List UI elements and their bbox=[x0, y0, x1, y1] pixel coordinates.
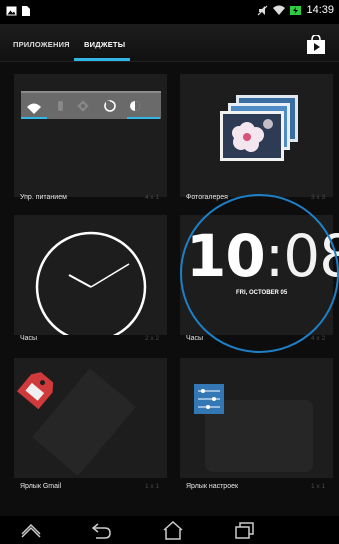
tab-apps[interactable]: ПРИЛОЖЕНИЯ bbox=[13, 40, 70, 49]
widget-label: Часы bbox=[20, 335, 38, 342]
widget-power-control[interactable] bbox=[14, 74, 167, 197]
battery-charging-icon bbox=[290, 5, 302, 15]
status-bar: 14:39 bbox=[0, 0, 339, 24]
mute-icon bbox=[258, 5, 268, 15]
widget-label: Ярлык настроек bbox=[186, 483, 239, 490]
widget-size: 1 x 1 bbox=[145, 483, 160, 490]
widget-size: 1 x 1 bbox=[311, 483, 326, 490]
tab-selected-indicator bbox=[74, 58, 130, 61]
navigation-bar bbox=[0, 516, 339, 544]
tab-widgets[interactable]: ВИДЖЕТЫ bbox=[84, 40, 125, 49]
play-store-icon[interactable] bbox=[307, 35, 325, 54]
wifi-icon bbox=[273, 5, 286, 15]
file-icon bbox=[22, 6, 30, 16]
home-icon[interactable] bbox=[161, 520, 185, 540]
settings-sliders-icon bbox=[194, 384, 313, 472]
widget-analog-clock[interactable] bbox=[14, 215, 167, 335]
widget-label: Часы bbox=[186, 335, 204, 342]
image-icon bbox=[6, 6, 17, 16]
widget-settings-shortcut[interactable] bbox=[180, 358, 333, 478]
back-icon[interactable] bbox=[90, 520, 114, 540]
photo-gallery-icon bbox=[220, 95, 298, 161]
analog-clock-icon bbox=[35, 231, 147, 335]
widget-size: 2 x 2 bbox=[145, 335, 160, 342]
widget-gmail-shortcut[interactable] bbox=[14, 358, 167, 478]
touch-highlight-ring bbox=[180, 194, 339, 353]
tab-bar: ПРИЛОЖЕНИЯ ВИДЖЕТЫ bbox=[0, 24, 339, 62]
widget-photo-gallery[interactable] bbox=[180, 74, 333, 197]
gmail-tag-icon bbox=[16, 368, 136, 476]
widget-size: 4 x 1 bbox=[145, 194, 160, 201]
status-time: 14:39 bbox=[306, 4, 334, 16]
widget-size: 3 x 3 bbox=[311, 194, 326, 201]
recent-apps-icon[interactable] bbox=[232, 520, 256, 540]
power-control-preview bbox=[21, 91, 161, 119]
back-alt-icon[interactable] bbox=[19, 520, 43, 540]
widget-size: 4 x 2 bbox=[311, 335, 326, 342]
widget-label: Упр. питанием bbox=[20, 194, 67, 201]
widget-label: Ярлык Gmail bbox=[20, 483, 62, 490]
widget-label: Фотогалерея bbox=[186, 194, 228, 201]
